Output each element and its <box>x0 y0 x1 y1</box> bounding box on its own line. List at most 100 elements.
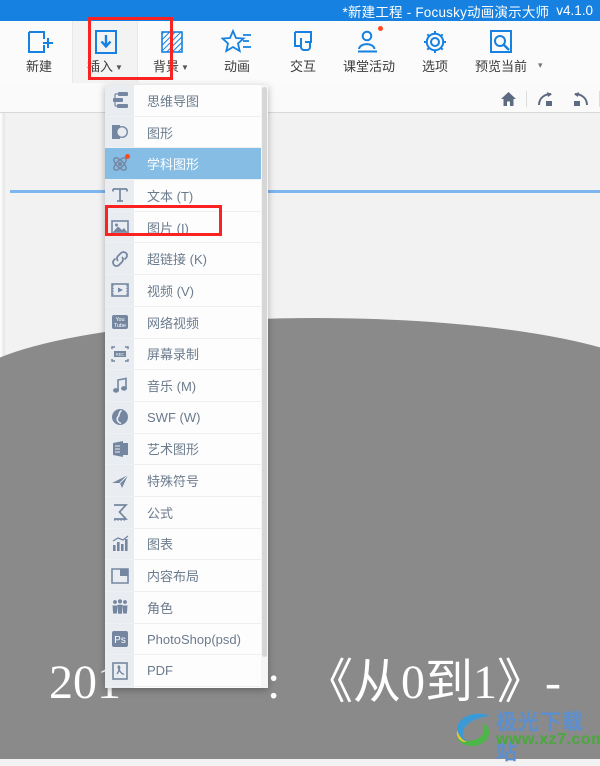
menu-item-hyperlink[interactable]: 超链接 (K) <box>105 243 261 276</box>
menu-item-chart[interactable]: 图表 <box>105 529 261 561</box>
menu-item-content-layout[interactable]: 内容布局 <box>105 560 261 592</box>
redo-button[interactable] <box>527 85 563 112</box>
youtube-icon: You Tube <box>105 307 134 338</box>
watermark-url: www.xz7.com <box>496 731 600 748</box>
shape-icon <box>105 117 134 148</box>
video-icon <box>105 275 134 306</box>
special-symbol-icon <box>105 465 134 496</box>
home-icon <box>500 91 517 107</box>
mindmap-icon <box>105 85 134 116</box>
menu-item-label: 艺术图形 <box>147 442 200 458</box>
canvas-guide-line <box>10 190 600 193</box>
menu-item-label: 特殊符号 <box>147 474 200 490</box>
ribbon-item-interaction[interactable]: 交互 <box>270 21 336 83</box>
home-page-icon <box>0 27 3 57</box>
ribbon-item-preview-current[interactable]: 预览当前 <box>468 21 534 83</box>
svg-text:Tube: Tube <box>113 323 125 329</box>
interaction-icon <box>288 27 318 57</box>
menu-item-character-role[interactable]: 角色 <box>105 592 261 624</box>
ribbon-item-options[interactable]: 选项 <box>402 21 468 83</box>
ribbon-label-new: 新建 <box>25 59 52 74</box>
ribbon-label-interaction: 交互 <box>289 59 316 74</box>
menu-item-office-doc[interactable]: Office 文档 <box>105 687 261 688</box>
new-feature-badge-dot <box>125 154 130 160</box>
menu-item-mindmap[interactable]: 思维导图 <box>105 85 261 117</box>
photoshop-icon: Ps <box>105 624 134 655</box>
menu-item-music[interactable]: 音乐 (M) <box>105 370 261 402</box>
annotation-rect-insert-button <box>88 17 173 80</box>
animation-icon <box>221 27 253 57</box>
ribbon-label-animation: 动画 <box>223 59 250 74</box>
menu-item-flash-swf[interactable]: SWF (W) <box>105 402 261 434</box>
menu-item-video[interactable]: 视频 (V) <box>105 275 261 307</box>
menu-item-label: 学科图形 <box>147 157 200 173</box>
classroom-activity-icon <box>353 26 385 57</box>
watermark-logo-icon <box>452 708 494 750</box>
slide-canvas[interactable]: 201 : 《从0到1》- <box>0 113 600 759</box>
menu-item-label: 视频 (V) <box>147 283 194 299</box>
menu-item-label: 图表 <box>147 537 174 553</box>
secondary-toolbar <box>0 85 600 113</box>
slide-text-right: 《从0到1》- <box>305 656 561 709</box>
menu-item-label: SWF (W) <box>147 409 201 425</box>
svg-text:Ps: Ps <box>114 635 126 646</box>
menu-scrollbar-thumb[interactable] <box>262 87 267 657</box>
svg-text:REC: REC <box>115 352 124 357</box>
character-role-icon <box>105 592 134 623</box>
ribbon-label-preview-current: 预览当前 <box>474 59 527 74</box>
menu-item-label: 超链接 (K) <box>147 252 207 268</box>
notification-badge-dot <box>378 26 383 31</box>
hyperlink-icon <box>105 243 134 274</box>
music-icon <box>105 370 134 401</box>
menu-item-label: PDF <box>147 663 173 679</box>
slide-title-text[interactable]: 201 : 《从0到1》- <box>5 653 600 713</box>
art-graphic-icon <box>105 434 134 465</box>
menu-item-label: 公式 <box>147 505 174 521</box>
new-slide-icon <box>24 27 54 57</box>
menu-item-label: 图形 <box>147 125 174 141</box>
annotation-rect-image-menu-item <box>105 205 222 236</box>
menu-item-formula[interactable]: 公式 <box>105 497 261 529</box>
menu-item-subject-graphic[interactable]: 学科图形 <box>105 148 261 181</box>
ribbon-item-classroom-activity[interactable]: 课堂活动 <box>336 21 402 83</box>
chart-icon <box>105 529 134 560</box>
formula-icon <box>105 497 134 528</box>
menu-item-label: 网络视频 <box>147 315 200 331</box>
options-gear-icon <box>420 27 450 57</box>
ribbon-label-options: 选项 <box>421 59 448 74</box>
undo-button[interactable] <box>563 85 599 112</box>
menu-item-youtube[interactable]: You Tube 网络视频 <box>105 307 261 339</box>
slide-text-mid: : <box>267 656 281 709</box>
insert-dropdown-menu[interactable]: 思维导图 图形 学科图形 文本 (T) 图片 (I) 超链接 (K) 视频 (V) You Tu… <box>105 85 268 688</box>
office-doc-icon <box>105 687 134 688</box>
content-layout-icon <box>105 560 134 591</box>
preview-icon <box>486 27 516 57</box>
home-button[interactable] <box>490 85 526 112</box>
ribbon-item-animation[interactable]: 动画 <box>204 21 270 83</box>
menu-item-special-symbol[interactable]: 特殊符号 <box>105 465 261 497</box>
menu-item-photoshop[interactable]: Ps PhotoShop(psd) <box>105 624 261 656</box>
ribbon-overflow-caret[interactable]: ▾ <box>538 60 543 71</box>
menu-item-art-graphic[interactable]: 艺术图形 <box>105 434 261 466</box>
menu-item-pdf[interactable]: PDF <box>105 655 261 688</box>
menu-scrollbar[interactable] <box>261 85 268 688</box>
menu-item-label: 思维导图 <box>147 93 200 109</box>
menu-item-label: 角色 <box>147 600 174 616</box>
subject-graphic-icon <box>105 148 134 179</box>
menu-item-label: PhotoShop(psd) <box>147 631 241 647</box>
menu-item-screen-record[interactable]: REC 屏幕录制 <box>105 339 261 371</box>
menu-item-label: 音乐 (M) <box>147 379 197 395</box>
undo-icon <box>572 91 590 107</box>
pdf-icon <box>105 655 134 686</box>
menu-item-label: 文本 (T) <box>147 188 194 204</box>
watermark: 极光下载站 www.xz7.com <box>452 706 600 764</box>
canvas-surface[interactable]: 201 : 《从0到1》- <box>0 113 600 759</box>
ribbon-label-classroom-activity: 课堂活动 <box>342 59 395 74</box>
menu-item-label: 内容布局 <box>147 569 200 585</box>
menu-item-label: 屏幕录制 <box>147 347 200 363</box>
ribbon-item-new[interactable]: 新建 <box>6 21 72 83</box>
redo-icon <box>536 91 554 107</box>
window-title-version: v4.1.0 <box>556 3 593 18</box>
menu-item-list[interactable]: 思维导图 图形 学科图形 文本 (T) 图片 (I) 超链接 (K) 视频 (V) You Tu… <box>105 85 261 688</box>
menu-item-shape[interactable]: 图形 <box>105 117 261 149</box>
